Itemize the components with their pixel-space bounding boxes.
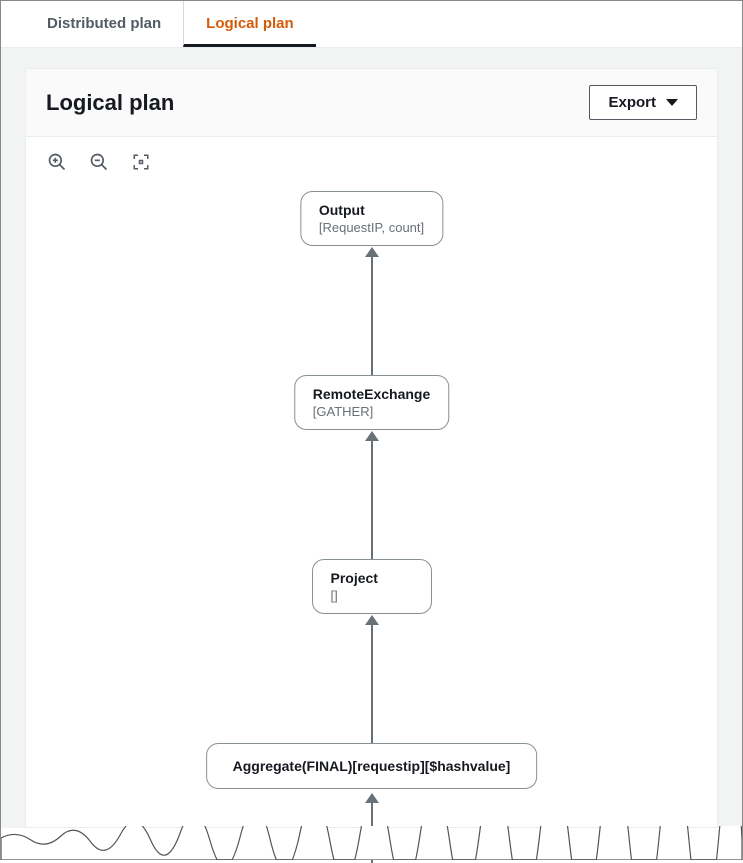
connector-line: [371, 625, 373, 743]
node-output-title: Output: [319, 202, 424, 218]
logical-plan-panel: Logical plan Export: [25, 68, 718, 828]
node-project-title: Project: [331, 570, 413, 586]
node-output[interactable]: Output [RequestIP, count]: [300, 191, 443, 246]
node-aggregate-title: Aggregate(FINAL)[requestip][$hashvalue]: [233, 758, 511, 774]
export-button[interactable]: Export: [589, 85, 697, 120]
zoom-in-icon[interactable]: [46, 151, 68, 173]
arrow-up-icon: [365, 793, 379, 803]
arrow-up-icon: [365, 431, 379, 441]
fit-screen-icon[interactable]: [130, 151, 152, 173]
connector-line: [371, 441, 373, 559]
connector-line: [371, 257, 373, 375]
node-project-sub: []: [331, 588, 413, 603]
arrow-up-icon: [365, 247, 379, 257]
diagram-toolbar: [26, 137, 717, 173]
panel-header: Logical plan Export: [26, 69, 717, 137]
node-remote-sub: [GATHER]: [313, 404, 430, 419]
node-project[interactable]: Project []: [312, 559, 432, 614]
caret-down-icon: [666, 99, 678, 106]
export-button-label: Export: [608, 94, 656, 111]
arrow-up-icon: [365, 615, 379, 625]
node-remote-exchange[interactable]: RemoteExchange [GATHER]: [294, 375, 449, 430]
plan-tabs: Distributed plan Logical plan: [1, 1, 742, 48]
plan-diagram[interactable]: Output [RequestIP, count] RemoteExchange…: [26, 173, 717, 827]
page-title: Logical plan: [46, 90, 174, 116]
node-remote-title: RemoteExchange: [313, 386, 430, 402]
node-output-sub: [RequestIP, count]: [319, 220, 424, 235]
tab-distributed-plan[interactable]: Distributed plan: [25, 1, 183, 47]
content-area: Logical plan Export: [1, 48, 742, 828]
connector-line: [371, 803, 373, 863]
node-aggregate[interactable]: Aggregate(FINAL)[requestip][$hashvalue]: [206, 743, 538, 789]
zoom-out-icon[interactable]: [88, 151, 110, 173]
tab-logical-plan[interactable]: Logical plan: [183, 1, 316, 47]
